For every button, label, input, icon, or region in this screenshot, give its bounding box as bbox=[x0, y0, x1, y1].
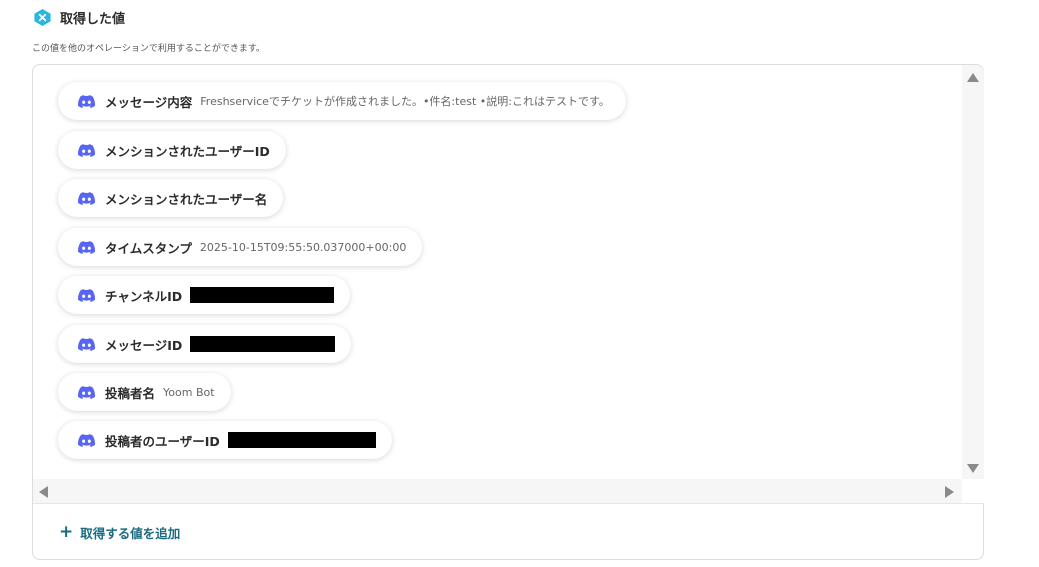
value-text: Yoom Bot bbox=[163, 385, 215, 399]
x-badge-icon bbox=[34, 8, 51, 27]
horizontal-scrollbar[interactable] bbox=[33, 479, 962, 504]
value-label: メンションされたユーザー名 bbox=[105, 191, 268, 207]
scrollbar-corner bbox=[962, 479, 984, 504]
value-label: メッセージID bbox=[105, 337, 183, 353]
value-item-timestamp[interactable]: タイムスタンプ 2025-10-15T09:55:50.037000+00:00 bbox=[58, 228, 423, 266]
redacted-value bbox=[190, 287, 335, 303]
value-text: 2025-10-15T09:55:50.037000+00:00 bbox=[199, 240, 407, 254]
value-label: メッセージ内容 bbox=[105, 94, 193, 110]
vertical-scrollbar[interactable] bbox=[962, 65, 984, 479]
value-item-channel-id[interactable]: チャンネルID bbox=[58, 276, 351, 314]
discord-icon bbox=[78, 385, 95, 399]
value-item-message-id[interactable]: メッセージID bbox=[58, 325, 352, 363]
value-item-author-user-id[interactable]: 投稿者のユーザーID bbox=[58, 421, 392, 459]
value-item-mentioned-user-id[interactable]: メンションされたユーザーID bbox=[58, 131, 286, 169]
section-header: 取得した値 bbox=[33, 8, 125, 27]
scroll-right-arrow-icon[interactable] bbox=[945, 486, 954, 498]
scroll-up-arrow-icon[interactable] bbox=[967, 73, 979, 82]
discord-icon bbox=[78, 94, 95, 108]
discord-icon bbox=[78, 337, 95, 351]
values-panel: メッセージ内容 Freshserviceでチケットが作成されました。•件名:te… bbox=[32, 64, 984, 560]
discord-icon bbox=[78, 143, 95, 157]
redacted-value bbox=[227, 432, 376, 448]
value-text: Freshserviceでチケットが作成されました。•件名:test •説明:こ… bbox=[200, 95, 610, 108]
value-label: メンションされたユーザーID bbox=[105, 143, 270, 159]
discord-icon bbox=[78, 433, 95, 447]
add-value-button[interactable]: + 取得する値を追加 bbox=[59, 523, 180, 542]
value-label: 投稿者名 bbox=[105, 385, 156, 401]
values-list: メッセージ内容 Freshserviceでチケットが作成されました。•件名:te… bbox=[33, 65, 962, 479]
value-label: タイムスタンプ bbox=[105, 240, 192, 256]
scroll-down-arrow-icon[interactable] bbox=[967, 464, 979, 473]
scroll-left-arrow-icon[interactable] bbox=[39, 486, 48, 498]
value-label: チャンネルID bbox=[105, 288, 183, 304]
value-item-mentioned-user-name[interactable]: メンションされたユーザー名 bbox=[58, 179, 284, 217]
discord-icon bbox=[78, 240, 95, 254]
value-label: 投稿者のユーザーID bbox=[105, 433, 220, 449]
value-item-message-content[interactable]: メッセージ内容 Freshserviceでチケットが作成されました。•件名:te… bbox=[58, 82, 626, 120]
add-value-label: 取得する値を追加 bbox=[80, 526, 181, 541]
discord-icon bbox=[78, 288, 95, 302]
value-item-author-name[interactable]: 投稿者名 Yoom Bot bbox=[58, 373, 231, 411]
plus-icon: + bbox=[59, 522, 74, 542]
section-title: 取得した値 bbox=[60, 12, 126, 27]
discord-icon bbox=[78, 191, 95, 205]
redacted-value bbox=[190, 336, 336, 352]
section-description: この値を他のオペレーションで利用することができます。 bbox=[32, 44, 265, 54]
